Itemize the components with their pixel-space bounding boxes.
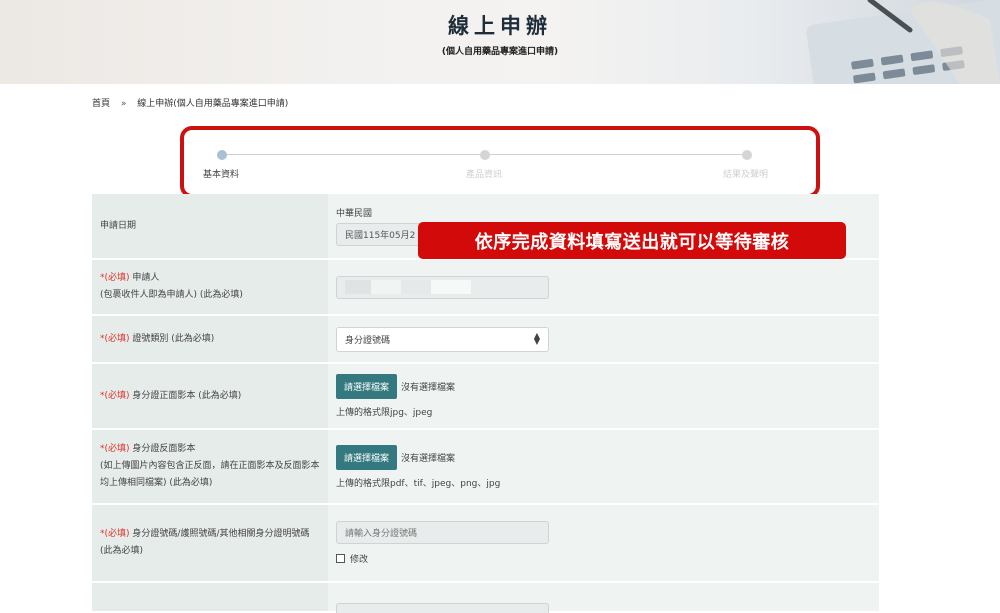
id-back-format-hint: 上傳的格式限pdf、tif、jpeg、png、jpg	[336, 478, 501, 489]
instruction-callout: 依序完成資料填寫送出就可以等待審核	[418, 222, 846, 259]
breadcrumb-current[interactable]: 線上申辦(個人自用藥品專案進口申請)	[137, 99, 288, 109]
form-row-applicant: *(必填) 申請人 (包裹收件人即為申請人) (此為必填)	[92, 260, 879, 316]
form-row-id-type: *(必填) 證號類別 (此為必填) 身分證號碼 ▲ ▼	[92, 316, 879, 364]
required-mark: *(必填)	[100, 529, 130, 539]
id-back-no-file-text: 沒有選擇檔案	[401, 453, 456, 464]
id-front-format-hint: 上傳的格式限jpg、jpeg	[336, 408, 433, 418]
form-row-id-front: *(必填) 身分證正面影本 (此為必填) 請選擇檔案 沒有選擇檔案 上傳的格式限…	[92, 364, 879, 430]
page-title: 線上申辦	[448, 14, 552, 38]
page-subtitle: (個人自用藥品專案進口申請)	[441, 47, 559, 57]
form-row-id-back: *(必填) 身分證反面影本 (如上傳圖片內容包含正反面，請在正面影本及反面影本均…	[92, 430, 879, 505]
step-label-basic: 基本資料	[203, 170, 240, 180]
apply-date-era: 中華民國	[336, 209, 373, 219]
page-banner: 線上申辦 (個人自用藥品專案進口申請)	[0, 0, 1000, 84]
id-number-label: 身分證號碼/護照號碼/其他相關身分證明號碼 (此為必填)	[100, 529, 310, 556]
breadcrumb-home-link[interactable]: 首頁	[92, 99, 110, 109]
id-type-selected: 身分證號碼	[345, 335, 391, 346]
id-type-label: 證號類別 (此為必填)	[132, 333, 215, 344]
id-front-choose-file-button[interactable]: 請選擇檔案	[336, 374, 398, 399]
edit-checkbox-label: 修改	[350, 555, 369, 565]
breadcrumb-separator: »	[120, 99, 127, 109]
form-row-id-number: *(必填) 身分證號碼/護照號碼/其他相關身分證明號碼 (此為必填) 請輸入身分…	[92, 505, 879, 583]
step-dot-product	[480, 150, 490, 160]
id-back-label: 身分證反面影本	[132, 444, 196, 454]
id-number-placeholder: 請輸入身分證號碼	[345, 529, 418, 539]
id-front-no-file-text: 沒有選擇檔案	[401, 383, 456, 393]
step-dot-basic	[217, 150, 227, 160]
applicant-field	[336, 275, 549, 299]
step-label-result: 結果及聲明	[723, 170, 769, 180]
id-back-choose-file-button[interactable]: 請選擇檔案	[336, 444, 398, 470]
id-type-select[interactable]: 身分證號碼 ▲ ▼	[336, 326, 549, 352]
required-mark: *(必填)	[100, 273, 130, 283]
form-row-next	[92, 583, 879, 613]
apply-date-label: 申請日期	[92, 194, 328, 258]
masked-name	[345, 280, 471, 294]
required-mark: *(必填)	[100, 444, 130, 454]
next-field[interactable]	[336, 603, 549, 613]
id-number-input[interactable]: 請輸入身分證號碼	[336, 521, 549, 544]
breadcrumb: 首頁 » 線上申辦(個人自用藥品專案進口申請)	[92, 96, 296, 109]
step-dot-result	[742, 150, 752, 160]
applicant-label: 申請人	[132, 273, 160, 283]
required-mark: *(必填)	[100, 390, 130, 401]
required-mark: *(必填)	[100, 333, 130, 344]
edit-checkbox[interactable]	[336, 554, 345, 563]
stepper-highlight-frame	[180, 126, 820, 198]
step-label-product: 產品資訊	[466, 170, 503, 180]
select-arrows-icon: ▲ ▼	[533, 331, 540, 346]
applicant-note: (包裹收件人即為申請人) (此為必填)	[100, 290, 243, 300]
id-back-note: (如上傳圖片內容包含正反面，請在正面影本及反面影本均上傳相同檔案) (此為必填)	[100, 461, 320, 488]
id-front-label: 身分證正面影本 (此為必填)	[132, 390, 242, 401]
